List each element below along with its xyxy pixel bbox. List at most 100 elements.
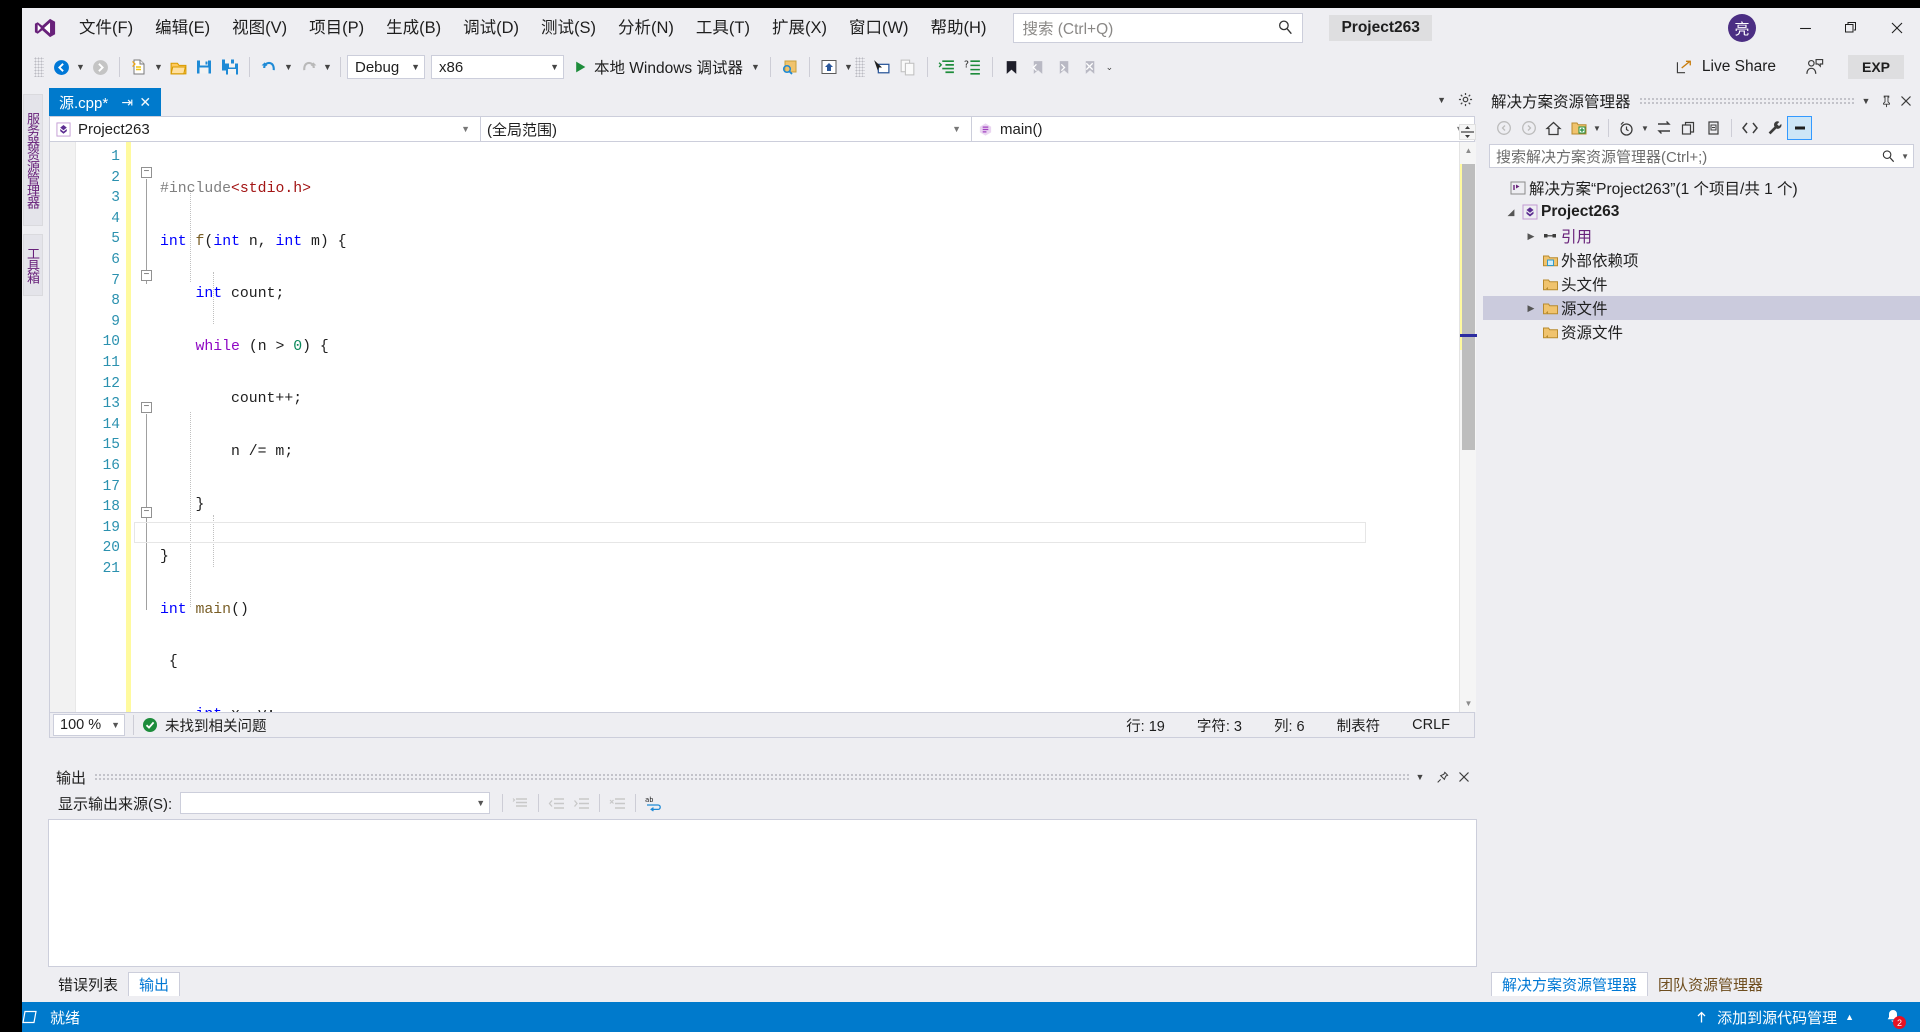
solution-explorer-drag-dots[interactable] (1638, 96, 1856, 106)
tree-item-references[interactable]: ▶ 引用 (1483, 224, 1920, 248)
toggle-word-wrap-icon[interactable]: ab (641, 791, 666, 815)
pin-icon[interactable] (1431, 766, 1453, 788)
navbar-project-combo[interactable]: Project263 ▼ (50, 117, 480, 141)
format-document-icon[interactable] (934, 54, 960, 80)
save-all-icon[interactable] (217, 54, 243, 80)
tree-item-project[interactable]: ◢ Project263 (1483, 200, 1920, 224)
quick-actions-icon[interactable]: ? (960, 54, 986, 80)
menu-build[interactable]: 生成(B) (375, 12, 452, 44)
show-all-files-icon[interactable] (1566, 116, 1591, 140)
scrollbar-thumb[interactable] (1462, 164, 1475, 450)
chevron-down-icon[interactable]: ▼ (1591, 116, 1603, 140)
close-button[interactable] (1874, 8, 1920, 48)
chevron-down-icon[interactable]: ▼ (751, 62, 760, 72)
chevron-down-icon[interactable]: ▼ (1901, 152, 1909, 161)
toolbar-grip[interactable] (854, 57, 865, 77)
output-tab-output[interactable]: 输出 (128, 972, 181, 996)
zoom-level-combo[interactable]: 100 % ▼ (53, 714, 125, 736)
add-to-source-control-button[interactable]: 添加到源代码管理 ▲ (1694, 1007, 1854, 1028)
undo-icon[interactable] (256, 54, 282, 80)
output-tab-error-list[interactable]: 错误列表 (48, 972, 128, 996)
output-text-area[interactable] (48, 819, 1477, 967)
live-preview-home-icon[interactable] (816, 54, 842, 80)
code-editor-surface[interactable]: 1 2 3 4 5 6 7 8 9 10 11 12 13 14 15 16 1… (49, 142, 1475, 712)
editor-vertical-scrollbar[interactable]: ▲ ▼ (1459, 142, 1477, 712)
new-project-dropdown-icon[interactable]: ▼ (152, 54, 165, 80)
collapse-all-icon[interactable] (1701, 116, 1726, 140)
line-ending-indicator[interactable]: CRLF (1396, 717, 1466, 733)
pin-icon[interactable]: ⇥ (118, 94, 136, 111)
new-project-icon[interactable] (126, 54, 152, 80)
outlining-margin[interactable]: − − − − (134, 142, 160, 712)
document-tab-source-cpp[interactable]: 源.cpp* ⇥ ✕ (49, 88, 162, 116)
quick-search-box[interactable]: 搜索 (Ctrl+Q) (1013, 13, 1304, 43)
home-icon[interactable] (1541, 116, 1566, 140)
select-element-icon[interactable] (869, 54, 895, 80)
menu-project[interactable]: 项目(P) (298, 12, 375, 44)
refresh-icon[interactable] (1676, 116, 1701, 140)
navbar-function-combo[interactable]: main() ▼ (972, 117, 1474, 141)
close-icon[interactable] (1896, 90, 1916, 112)
live-preview-dropdown-icon[interactable]: ▼ (842, 54, 855, 80)
save-icon[interactable] (191, 54, 217, 80)
indent-mode-indicator[interactable]: 制表符 (1321, 715, 1397, 736)
live-share-button[interactable]: Live Share (1676, 58, 1776, 76)
close-icon[interactable]: ✕ (136, 94, 154, 111)
tree-expander-collapsed-icon[interactable]: ▶ (1523, 231, 1539, 242)
solution-explorer-search-box[interactable]: 搜索解决方案资源管理器(Ctrl+;) ▼ (1489, 144, 1914, 168)
attach-to-process-icon[interactable] (777, 54, 803, 80)
menu-help[interactable]: 帮助(H) (920, 12, 998, 44)
vtab-toolbox[interactable]: 工具箱 (23, 234, 43, 296)
navigate-backward-dropdown-icon[interactable]: ▼ (74, 54, 87, 80)
editor-split-handle[interactable] (1459, 124, 1476, 140)
chevron-up-icon[interactable]: ▲ (1845, 1012, 1854, 1022)
fold-toggle-function-f[interactable]: − (141, 167, 152, 178)
start-debugging-button[interactable]: 本地 Windows 调试器 ▼ (570, 54, 764, 80)
tree-item-resource-files[interactable]: 资源文件 (1483, 320, 1920, 344)
open-file-icon[interactable] (165, 54, 191, 80)
notifications-button[interactable]: 2 (1880, 1006, 1906, 1029)
fold-toggle-main[interactable]: − (141, 402, 152, 413)
toolbar-overflow-icon[interactable]: ⌄ (1103, 54, 1116, 80)
menu-window[interactable]: 窗口(W) (838, 12, 920, 44)
solution-configuration-combo[interactable]: Debug ▼ (347, 55, 425, 79)
preview-selected-items-icon[interactable] (1787, 116, 1812, 140)
view-code-icon[interactable] (1737, 116, 1762, 140)
menu-view[interactable]: 视图(V) (221, 12, 298, 44)
menu-debug[interactable]: 调试(D) (452, 12, 530, 44)
properties-icon[interactable] (1762, 116, 1787, 140)
menu-edit[interactable]: 编辑(E) (144, 12, 221, 44)
vtab-server-explorer[interactable]: 服务器资源管理器 (23, 94, 43, 226)
fold-toggle-for[interactable]: − (141, 507, 152, 518)
scroll-up-icon[interactable]: ▲ (1460, 142, 1477, 159)
close-icon[interactable] (1453, 766, 1475, 788)
tree-expander-collapsed-icon[interactable]: ▶ (1523, 303, 1539, 314)
tree-item-header-files[interactable]: 头文件 (1483, 272, 1920, 296)
window-menu-dropdown-icon[interactable]: ▼ (1856, 90, 1876, 112)
output-drag-dots[interactable] (94, 772, 1409, 782)
solution-platform-combo[interactable]: x86 ▼ (431, 55, 564, 79)
menu-tools[interactable]: 工具(T) (685, 12, 761, 44)
menu-extensions[interactable]: 扩展(X) (761, 12, 838, 44)
active-files-dropdown-icon[interactable]: ▼ (1437, 95, 1446, 105)
output-window-dropdown-icon[interactable]: ▼ (1409, 766, 1431, 788)
solution-tree[interactable]: 解决方案“Project263”(1 个项目/共 1 个) ◢ Project2… (1483, 176, 1920, 344)
output-source-combo[interactable]: ▼ (180, 792, 491, 814)
tree-item-external-dependencies[interactable]: 外部依赖项 (1483, 248, 1920, 272)
navigate-backward-icon[interactable] (48, 54, 74, 80)
document-settings-icon[interactable] (1458, 92, 1473, 107)
menu-file[interactable]: 文件(F) (68, 12, 144, 44)
chevron-down-icon[interactable]: ▼ (1639, 116, 1651, 140)
scroll-down-icon[interactable]: ▼ (1460, 695, 1477, 712)
tree-expander-expanded-icon[interactable]: ◢ (1503, 207, 1519, 218)
avatar[interactable]: 亮 (1728, 14, 1756, 42)
pending-changes-filter-icon[interactable] (1614, 116, 1639, 140)
pin-icon[interactable] (1876, 90, 1896, 112)
toggle-bookmark-icon[interactable] (999, 54, 1025, 80)
send-feedback-icon[interactable] (1802, 54, 1828, 80)
navbar-member-combo[interactable]: (全局范围) ▼ (481, 117, 971, 141)
minimize-button[interactable] (1782, 8, 1828, 48)
breakpoint-gutter[interactable] (50, 142, 76, 712)
panel-tab-team-explorer[interactable]: 团队资源管理器 (1648, 972, 1773, 996)
menu-analyze[interactable]: 分析(N) (607, 12, 685, 44)
